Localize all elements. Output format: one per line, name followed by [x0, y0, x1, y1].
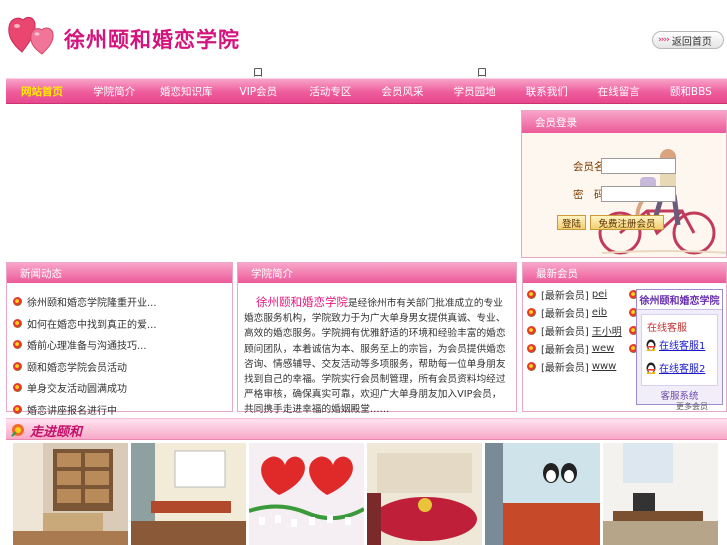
back-home-button[interactable]: ›››› 返回首页: [652, 31, 724, 49]
flower-bullet-icon: [527, 289, 536, 299]
flower-bullet-icon: [527, 325, 536, 335]
member-tag: [最新会员]: [541, 362, 589, 374]
about-box-title: 学院简介: [238, 263, 516, 283]
about-body: 是经徐州市有关部门批准成立的专业婚恋服务机构，学院致力于为广大单身男女提供真诚、…: [244, 298, 506, 416]
qq-widget-footer[interactable]: 客服系统: [637, 388, 722, 402]
more-members-link[interactable]: 更多会员: [676, 401, 724, 411]
news-item[interactable]: 颐和婚恋学院会员活动: [11, 356, 232, 378]
qq-link-row[interactable]: 在线客服2: [645, 360, 705, 375]
photo-classroom-screen[interactable]: [131, 443, 246, 545]
qq-service-widget: 徐州颐和婚恋学院 在线客服 在线客服1 在线客服2 客服系统: [636, 289, 723, 405]
login-panel: 会员登录 会员名： 密 码： 登陆 免费注册会员: [521, 110, 727, 258]
flower-bullet-icon: [13, 318, 22, 328]
news-list: 徐州颐和婚恋学院隆重开业... 如何在婚恋中找到真正的爱... 婚前心理准备与沟…: [7, 283, 232, 420]
member-item[interactable]: [最新会员] eib: [525, 303, 622, 321]
register-button[interactable]: 免费注册会员: [590, 215, 664, 230]
member-item[interactable]: [最新会员] wew: [525, 339, 622, 357]
flower-bullet-icon: [13, 340, 22, 350]
nav-item-students[interactable]: 学员园地: [439, 79, 511, 103]
member-tag: [最新会员]: [541, 308, 589, 320]
news-box: 新闻动态 徐州颐和婚恋学院隆重开业... 如何在婚恋中找到真正的爱... 婚前心…: [6, 262, 233, 417]
news-item-label: 颐和婚恋学院会员活动: [27, 362, 127, 374]
main-nav: 网站首页 学院简介 婚恋知识库 VIP会员 活动专区 会员风采 学员园地 联系我…: [6, 78, 727, 104]
password-input[interactable]: [601, 186, 676, 202]
site-title: 徐州颐和婚恋学院: [64, 27, 240, 52]
walk-in-title: 走进颐和: [30, 425, 83, 440]
flower-bullet-icon: [13, 383, 22, 393]
member-tag: [最新会员]: [541, 344, 589, 356]
flower-bullet-icon: [13, 297, 22, 307]
news-box-title: 新闻动态: [7, 263, 232, 283]
nav-item-intro[interactable]: 学院简介: [78, 79, 150, 103]
qq-section-label: 在线客服: [647, 323, 687, 334]
news-item[interactable]: 单身交友活动圆满成功: [11, 377, 232, 399]
news-item-label: 婚前心理准备与沟通技巧...: [27, 341, 147, 353]
photo-office-bookshelf[interactable]: [13, 443, 128, 545]
about-text: 徐州颐和婚恋学院是经徐州市有关部门批准成立的专业婚恋服务机构，学院致力于为广大单…: [238, 283, 516, 418]
member-name[interactable]: www: [592, 361, 617, 372]
about-box: 学院简介 徐州颐和婚恋学院是经徐州市有关部门批准成立的专业婚恋服务机构，学院致力…: [237, 262, 517, 415]
qq-link-row[interactable]: 在线客服1: [645, 337, 705, 352]
flower-bullet-icon: [527, 307, 536, 317]
nav-item-knowledge[interactable]: 婚恋知识库: [150, 79, 222, 103]
qq-penguin-icon: [646, 339, 656, 351]
nav-item-guestbook[interactable]: 在线留言: [583, 79, 655, 103]
photo-meeting-room[interactable]: [367, 443, 482, 545]
photo-office-computer[interactable]: [603, 443, 718, 545]
username-input[interactable]: [601, 158, 676, 174]
nav-item-vip[interactable]: VIP会员: [222, 79, 294, 103]
nav-item-events[interactable]: 活动专区: [294, 79, 366, 103]
news-item-label: 如何在婚恋中找到真正的爱...: [27, 319, 157, 331]
members-box-title: 最新会员: [523, 263, 726, 283]
member-tag: [最新会员]: [541, 290, 589, 302]
member-name[interactable]: pei: [592, 289, 607, 300]
member-name[interactable]: eib: [592, 307, 607, 318]
logo-heart-icon: [8, 16, 54, 55]
about-highlight[interactable]: 徐州颐和婚恋学院: [256, 295, 348, 309]
photo-heart-decoration[interactable]: [249, 443, 364, 545]
nav-item-members[interactable]: 会员风采: [366, 79, 438, 103]
missing-glyph: 口: [253, 68, 263, 79]
back-home-label: 返回首页: [671, 36, 712, 48]
qq-link[interactable]: 在线客服1: [659, 337, 705, 352]
header: 徐州颐和婚恋学院 ›››› 返回首页 口 口: [0, 0, 727, 79]
news-item-label: 单身交友活动圆满成功: [27, 384, 127, 396]
photo-lounge-penguin[interactable]: [485, 443, 600, 545]
news-item-label: 婚恋讲座报名进行中: [27, 405, 117, 417]
member-item[interactable]: [最新会员] pei: [525, 285, 622, 303]
member-tag: [最新会员]: [541, 326, 589, 338]
flower-bullet-icon: [527, 361, 536, 371]
nav-item-contact[interactable]: 联系我们: [511, 79, 583, 103]
flower-bullet-icon: [13, 404, 22, 414]
login-panel-title: 会员登录: [522, 111, 726, 133]
qq-penguin-icon: [646, 362, 656, 374]
member-name[interactable]: wew: [592, 343, 615, 354]
news-item[interactable]: 徐州颐和婚恋学院隆重开业...: [11, 291, 232, 313]
qq-widget-title: 徐州颐和婚恋学院: [637, 290, 722, 310]
nav-item-home[interactable]: 网站首页: [6, 79, 78, 103]
walk-in-section-bar: 走进颐和: [6, 418, 727, 440]
member-list: [最新会员] pei [最新会员] eib [最新会员] 王小明 [最新会员] wew …: [525, 285, 622, 375]
news-item[interactable]: 婚恋讲座报名进行中: [11, 399, 232, 421]
flower-bullet-icon: [13, 361, 22, 371]
flower-icon: [11, 424, 24, 437]
nav-item-bbs[interactable]: 颐和BBS: [655, 79, 727, 103]
member-name[interactable]: 王小明: [592, 323, 622, 338]
qq-link[interactable]: 在线客服2: [659, 360, 705, 375]
member-item[interactable]: [最新会员] www: [525, 357, 622, 375]
page: 徐州颐和婚恋学院 ›››› 返回首页 口 口 网站首页 学院简介 婚恋知识库 V…: [0, 0, 727, 545]
flower-bullet-icon: [527, 343, 536, 353]
missing-glyph: 口: [477, 68, 487, 79]
login-button[interactable]: 登陆: [557, 215, 586, 230]
news-item[interactable]: 婚前心理准备与沟通技巧...: [11, 334, 232, 356]
news-item-label: 徐州颐和婚恋学院隆重开业...: [27, 298, 157, 310]
arrows-icon: ››››: [658, 35, 670, 45]
qq-widget-body: 在线客服 在线客服1 在线客服2: [641, 314, 718, 386]
member-item[interactable]: [最新会员] 王小明: [525, 321, 622, 339]
news-item[interactable]: 如何在婚恋中找到真正的爱...: [11, 313, 232, 335]
